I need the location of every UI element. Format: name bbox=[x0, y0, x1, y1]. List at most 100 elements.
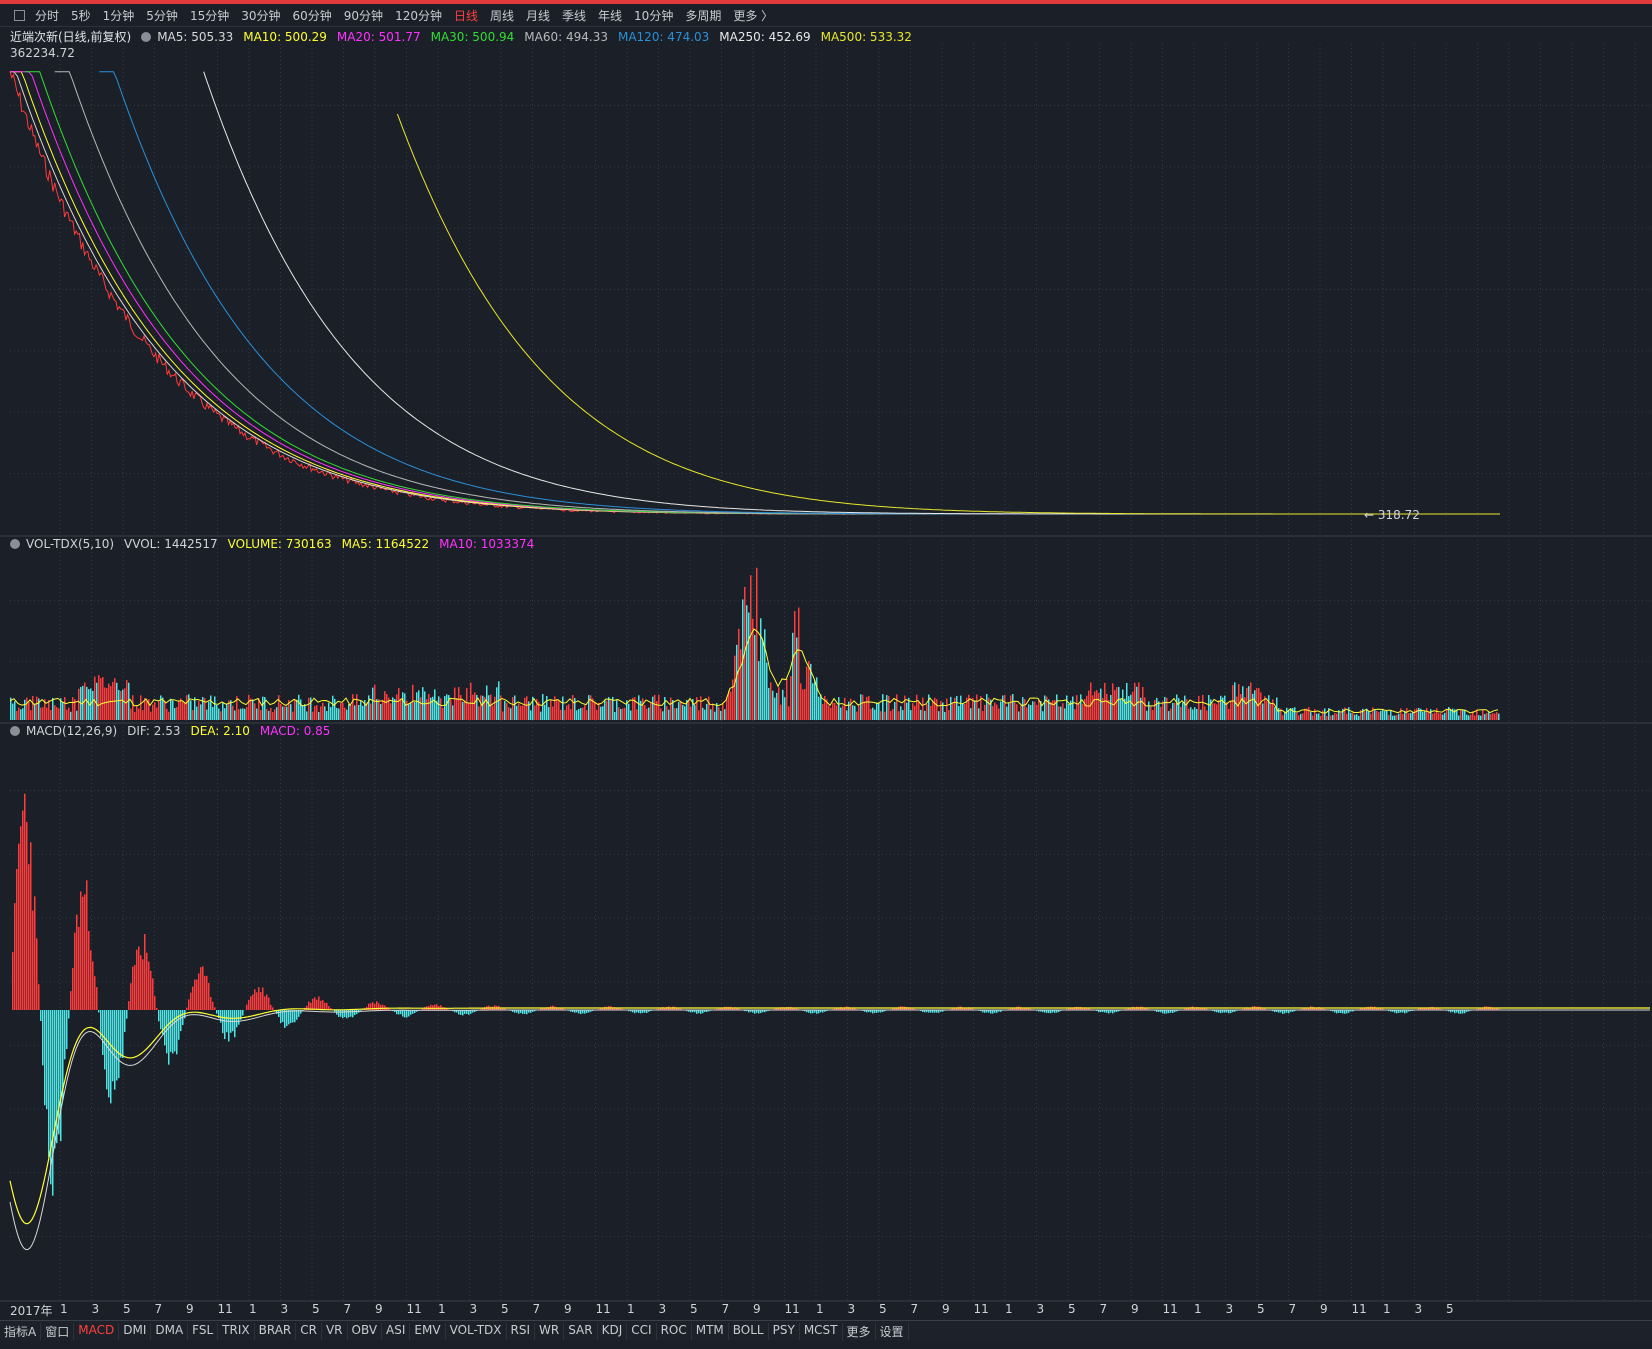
settings-circle-icon[interactable] bbox=[10, 726, 20, 736]
indicator-tab[interactable]: CR bbox=[296, 1322, 322, 1340]
volume-bar bbox=[1336, 713, 1338, 720]
macd-histogram-bar bbox=[210, 997, 212, 1010]
indicator-tab[interactable]: TRIX bbox=[218, 1322, 255, 1340]
volume-bar bbox=[354, 705, 356, 720]
indicator-tab[interactable]: ROC bbox=[657, 1322, 692, 1340]
volume-bar bbox=[910, 710, 912, 720]
volume-bar bbox=[560, 709, 562, 720]
indicator-tab[interactable]: DMI bbox=[119, 1322, 152, 1340]
volume-bar bbox=[270, 707, 272, 720]
indicator-tab[interactable]: 指标A bbox=[0, 1322, 42, 1340]
volume-bar bbox=[380, 704, 382, 720]
indicator-tab[interactable]: WR bbox=[535, 1322, 565, 1340]
indicator-tab[interactable]: SAR bbox=[564, 1322, 598, 1340]
indicator-tab[interactable]: KDJ bbox=[598, 1322, 628, 1340]
indicator-tab[interactable]: FSL bbox=[188, 1322, 219, 1340]
volume-bar bbox=[494, 696, 496, 720]
indicator-tab[interactable]: OBV bbox=[348, 1322, 383, 1340]
volume-bar bbox=[610, 700, 612, 720]
volume-bar bbox=[1006, 706, 1008, 720]
indicator-tab[interactable]: BRAR bbox=[255, 1322, 297, 1340]
indicator-tab[interactable]: RSI bbox=[507, 1322, 536, 1340]
indicator-tab[interactable]: CCI bbox=[627, 1322, 657, 1340]
macd-histogram-bar bbox=[344, 1010, 346, 1018]
settings-circle-icon[interactable] bbox=[141, 31, 152, 42]
x-axis-label: 9 bbox=[1131, 1302, 1139, 1316]
stock-chart-canvas[interactable] bbox=[0, 0, 1652, 1349]
indicator-tab[interactable]: BOLL bbox=[729, 1322, 769, 1340]
macd-histogram-bar bbox=[24, 793, 26, 1010]
volume-bar bbox=[42, 707, 44, 720]
volume-bar bbox=[466, 688, 468, 720]
volume-bar bbox=[284, 706, 286, 720]
volume-bar bbox=[1406, 708, 1408, 720]
indicator-tab[interactable]: MACD bbox=[74, 1322, 120, 1340]
indicator-tab[interactable]: VR bbox=[322, 1322, 348, 1340]
indicator-tab[interactable]: MTM bbox=[692, 1322, 729, 1340]
volume-bar bbox=[1378, 712, 1380, 720]
volume-bar bbox=[1496, 712, 1498, 720]
volume-bar bbox=[964, 704, 966, 720]
macd-histogram-bar bbox=[260, 992, 262, 1010]
volume-bar bbox=[218, 708, 220, 720]
volume-bar bbox=[630, 710, 632, 720]
volume-bar bbox=[892, 709, 894, 720]
volume-bar bbox=[1252, 693, 1254, 720]
volume-bar bbox=[120, 691, 122, 720]
indicator-tab[interactable]: 设置 bbox=[876, 1322, 909, 1340]
volume-bar bbox=[312, 711, 314, 720]
volume-bar bbox=[142, 710, 144, 720]
volume-bar bbox=[510, 708, 512, 720]
volume-bar bbox=[792, 632, 794, 720]
volume-bar bbox=[648, 707, 650, 720]
macd-histogram-bar bbox=[172, 1010, 174, 1054]
volume-bar bbox=[152, 704, 154, 720]
settings-circle-icon[interactable] bbox=[10, 539, 20, 549]
indicator-tab[interactable]: MCST bbox=[800, 1322, 843, 1340]
indicator-tab[interactable]: 窗口 bbox=[41, 1322, 75, 1340]
indicator-tab[interactable]: EMV bbox=[410, 1322, 446, 1340]
indicator-tab[interactable]: VOL-TDX bbox=[446, 1322, 507, 1340]
volume-bar bbox=[1460, 710, 1462, 720]
volume-bar bbox=[1008, 702, 1010, 720]
volume-bar bbox=[1446, 709, 1448, 720]
volume-bar bbox=[1286, 707, 1288, 720]
volume-bar bbox=[764, 629, 766, 720]
volume-bar bbox=[1438, 713, 1440, 720]
volume-bar bbox=[1272, 699, 1274, 720]
macd-histogram-bar bbox=[1404, 1010, 1406, 1014]
volume-bar bbox=[870, 708, 872, 720]
macd-histogram-bar bbox=[26, 822, 28, 1010]
volume-bar bbox=[164, 700, 166, 720]
indicator-tab[interactable]: DMA bbox=[151, 1322, 189, 1340]
volume-bar bbox=[210, 695, 212, 720]
indicator-tab[interactable]: ASI bbox=[382, 1322, 411, 1340]
volume-bar bbox=[344, 707, 346, 720]
volume-bar bbox=[222, 702, 224, 720]
volume-bar bbox=[568, 704, 570, 720]
indicator-tab[interactable]: PSY bbox=[769, 1322, 800, 1340]
volume-bar bbox=[1050, 701, 1052, 720]
volume-bar bbox=[454, 687, 456, 720]
macd-histogram-bar bbox=[252, 994, 254, 1010]
volume-bar bbox=[150, 711, 152, 720]
volume-bar bbox=[1422, 711, 1424, 720]
volume-bar bbox=[1300, 713, 1302, 720]
indicator-tab[interactable]: 更多 bbox=[843, 1322, 876, 1340]
volume-bar bbox=[1308, 707, 1310, 720]
volume-bar bbox=[1170, 708, 1172, 720]
volume-bar bbox=[1320, 715, 1322, 720]
volume-bar bbox=[926, 704, 928, 720]
volume-bar bbox=[300, 699, 302, 720]
volume-bar bbox=[752, 618, 754, 720]
macd-histogram-bar bbox=[224, 1010, 226, 1040]
volume-bar bbox=[1358, 715, 1360, 720]
volume-bar bbox=[1458, 715, 1460, 720]
x-axis-label: 9 bbox=[186, 1302, 194, 1316]
volume-bar bbox=[1002, 695, 1004, 720]
macd-histogram-bar bbox=[76, 914, 78, 1010]
volume-bar bbox=[758, 661, 760, 720]
volume-bar bbox=[140, 695, 142, 720]
volume-bar bbox=[514, 695, 516, 720]
volume-bar bbox=[832, 702, 834, 720]
